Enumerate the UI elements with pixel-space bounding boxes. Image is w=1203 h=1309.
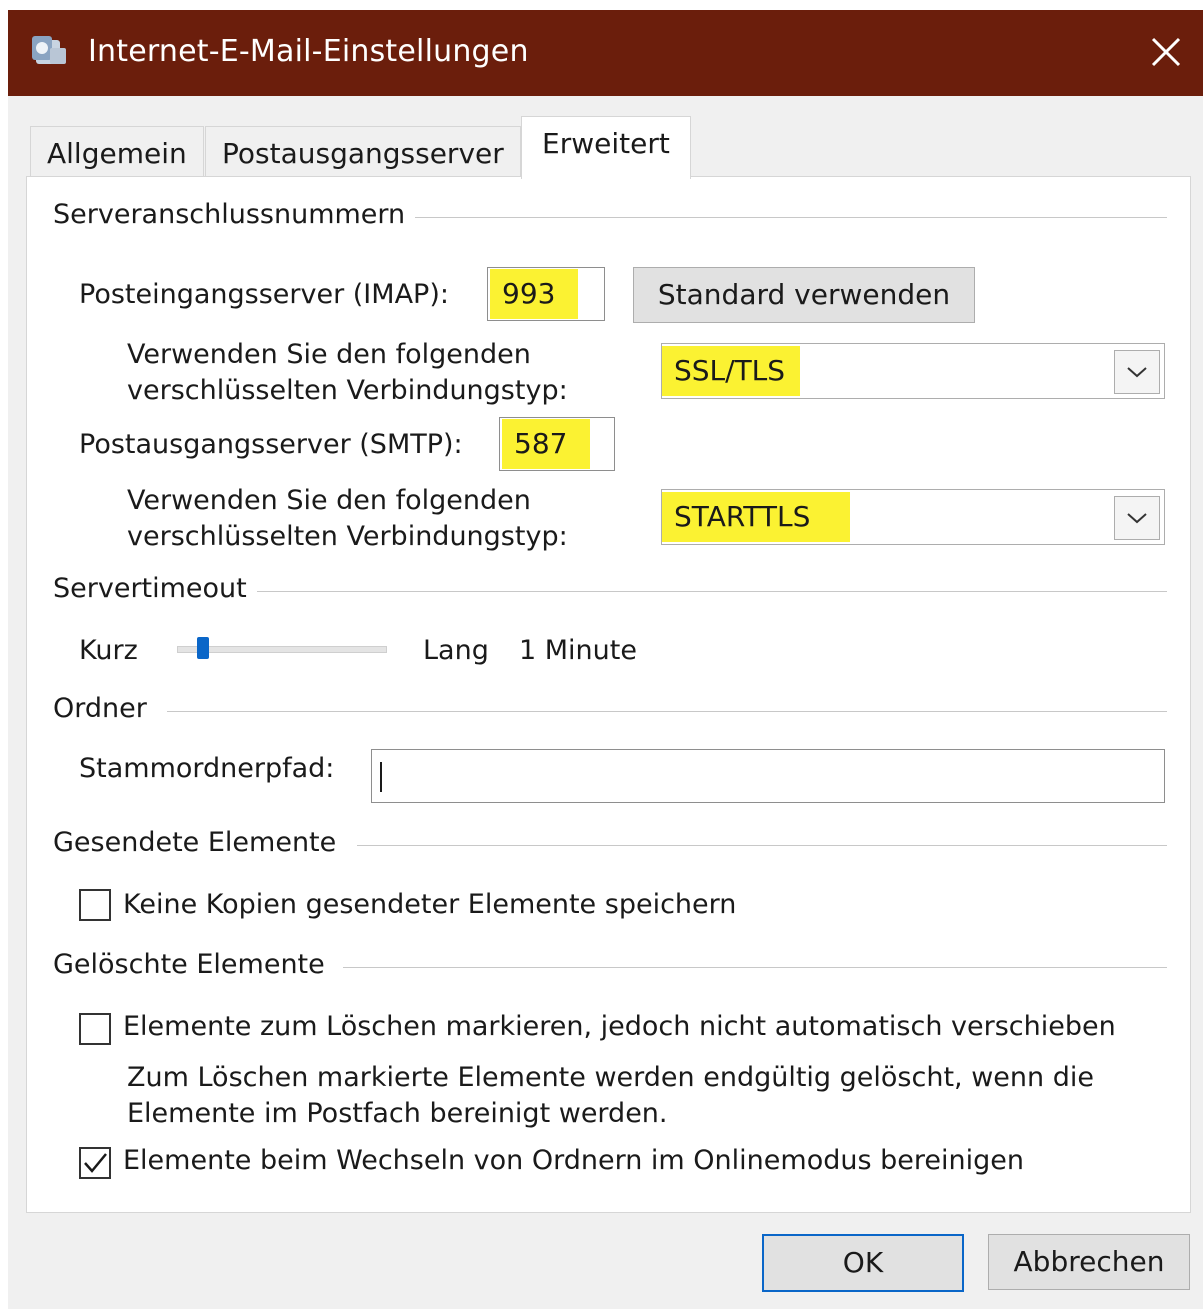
text-cursor	[380, 762, 382, 792]
group-deleted-items-label: Gelöschte Elemente	[53, 949, 335, 980]
incoming-port-label: Posteingangsserver (IMAP):	[79, 279, 449, 310]
use-default-button[interactable]: Standard verwenden	[633, 267, 975, 323]
no-copies-label: Keine Kopien gesendeter Elemente speiche…	[123, 889, 737, 920]
timeout-slider[interactable]	[177, 637, 387, 659]
group-sent-items-label: Gesendete Elemente	[53, 827, 347, 858]
checkmark-icon	[84, 1153, 107, 1173]
timeout-long-label: Lang	[423, 635, 489, 666]
root-path-input[interactable]	[371, 749, 1165, 803]
outgoing-port-field[interactable]: 587	[499, 417, 615, 471]
no-copies-checkbox[interactable]	[79, 889, 111, 921]
dropdown-arrow[interactable]	[1114, 350, 1160, 394]
incoming-port-value: 993	[490, 269, 578, 319]
incoming-encryption-value: SSL/TLS	[662, 346, 800, 396]
tab-allgemein[interactable]: Allgemein	[30, 126, 204, 177]
slider-thumb[interactable]	[197, 637, 209, 659]
group-divider	[343, 967, 1167, 968]
outgoing-encryption-label-line2: verschlüsselten Verbindungstyp:	[127, 521, 568, 552]
deletion-info-line1: Zum Löschen markierte Elemente werden en…	[127, 1062, 1094, 1093]
outgoing-port-value: 587	[502, 419, 590, 469]
timeout-value: 1 Minute	[519, 635, 637, 666]
window-title: Internet-E-Mail-Einstellungen	[88, 34, 529, 69]
deletion-info-line2: Elemente im Postfach bereinigt werden.	[127, 1098, 668, 1129]
group-divider	[257, 591, 1167, 592]
ok-button[interactable]: OK	[762, 1234, 964, 1292]
tab-erweitert[interactable]: Erweitert	[521, 116, 691, 179]
close-button[interactable]	[1138, 24, 1194, 80]
close-icon	[1151, 37, 1181, 67]
timeout-short-label: Kurz	[79, 635, 138, 666]
tab-panel-erweitert: Serveranschlussnummern Posteingangsserve…	[26, 176, 1191, 1213]
incoming-encryption-label-line2: verschlüsselten Verbindungstyp:	[127, 375, 568, 406]
group-divider	[357, 845, 1167, 846]
title-bar: Internet-E-Mail-Einstellungen	[8, 10, 1203, 96]
incoming-encryption-label-line1: Verwenden Sie den folgenden	[127, 339, 531, 370]
outgoing-encryption-select[interactable]: STARTTLS	[661, 489, 1165, 545]
group-server-ports-label: Serveranschlussnummern	[53, 199, 416, 230]
mark-for-deletion-label: Elemente zum Löschen markieren, jedoch n…	[123, 1011, 1116, 1042]
incoming-port-field[interactable]: 993	[487, 267, 605, 321]
chevron-down-icon	[1127, 513, 1147, 524]
cancel-button[interactable]: Abbrechen	[988, 1234, 1190, 1290]
purge-online-checkbox[interactable]	[79, 1147, 111, 1179]
outlook-app-icon	[32, 36, 66, 64]
purge-online-label: Elemente beim Wechseln von Ordnern im On…	[123, 1145, 1024, 1176]
dropdown-arrow[interactable]	[1114, 496, 1160, 540]
tab-postausgangsserver[interactable]: Postausgangsserver	[205, 126, 521, 177]
incoming-encryption-select[interactable]: SSL/TLS	[661, 343, 1165, 399]
group-timeout-label: Servertimeout	[53, 573, 257, 604]
group-divider	[167, 711, 1167, 712]
outgoing-encryption-value: STARTTLS	[662, 492, 850, 542]
outgoing-port-label: Postausgangsserver (SMTP):	[79, 429, 463, 460]
root-path-label: Stammordnerpfad:	[79, 753, 335, 784]
outgoing-encryption-label-line1: Verwenden Sie den folgenden	[127, 485, 531, 516]
group-folders-label: Ordner	[53, 693, 157, 724]
dialog-window: Internet-E-Mail-Einstellungen Allgemein …	[8, 10, 1203, 1309]
mark-for-deletion-checkbox[interactable]	[79, 1013, 111, 1045]
chevron-down-icon	[1127, 367, 1147, 378]
group-divider	[407, 217, 1167, 218]
